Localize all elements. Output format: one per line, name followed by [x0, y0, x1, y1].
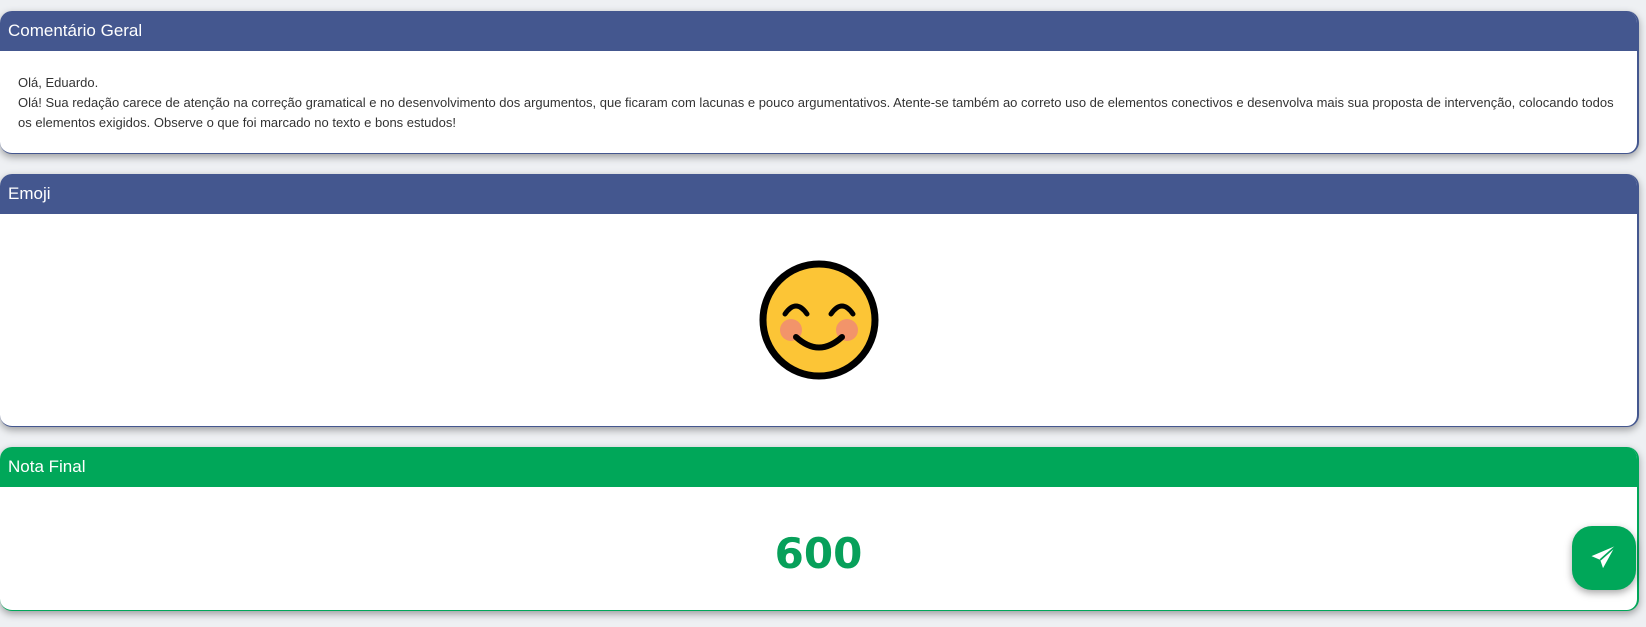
final-grade-header: Nota Final	[0, 447, 1637, 487]
general-comment-title: Comentário Geral	[8, 21, 143, 40]
emoji-card: Emoji	[0, 174, 1639, 427]
paper-plane-icon	[1591, 544, 1618, 570]
final-grade-card: Nota Final 600	[0, 447, 1639, 611]
final-grade-body: 600	[0, 487, 1637, 610]
emoji-body	[0, 214, 1637, 426]
general-comment-header: Comentário Geral	[0, 11, 1637, 51]
emoji-header: Emoji	[0, 174, 1637, 214]
final-grade-title: Nota Final	[8, 457, 86, 476]
send-button[interactable]	[1572, 526, 1636, 590]
general-comment-body: Olá, Eduardo. Olá! Sua redação carece de…	[0, 51, 1637, 133]
smiling-face-icon	[759, 260, 878, 380]
general-comment-card: Comentário Geral Olá, Eduardo. Olá! Sua …	[0, 11, 1639, 154]
emoji-title: Emoji	[8, 184, 51, 203]
comment-text: Olá! Sua redação carece de atenção na co…	[18, 95, 1614, 130]
comment-greeting: Olá, Eduardo.	[18, 75, 99, 90]
final-grade-value: 600	[774, 529, 863, 578]
